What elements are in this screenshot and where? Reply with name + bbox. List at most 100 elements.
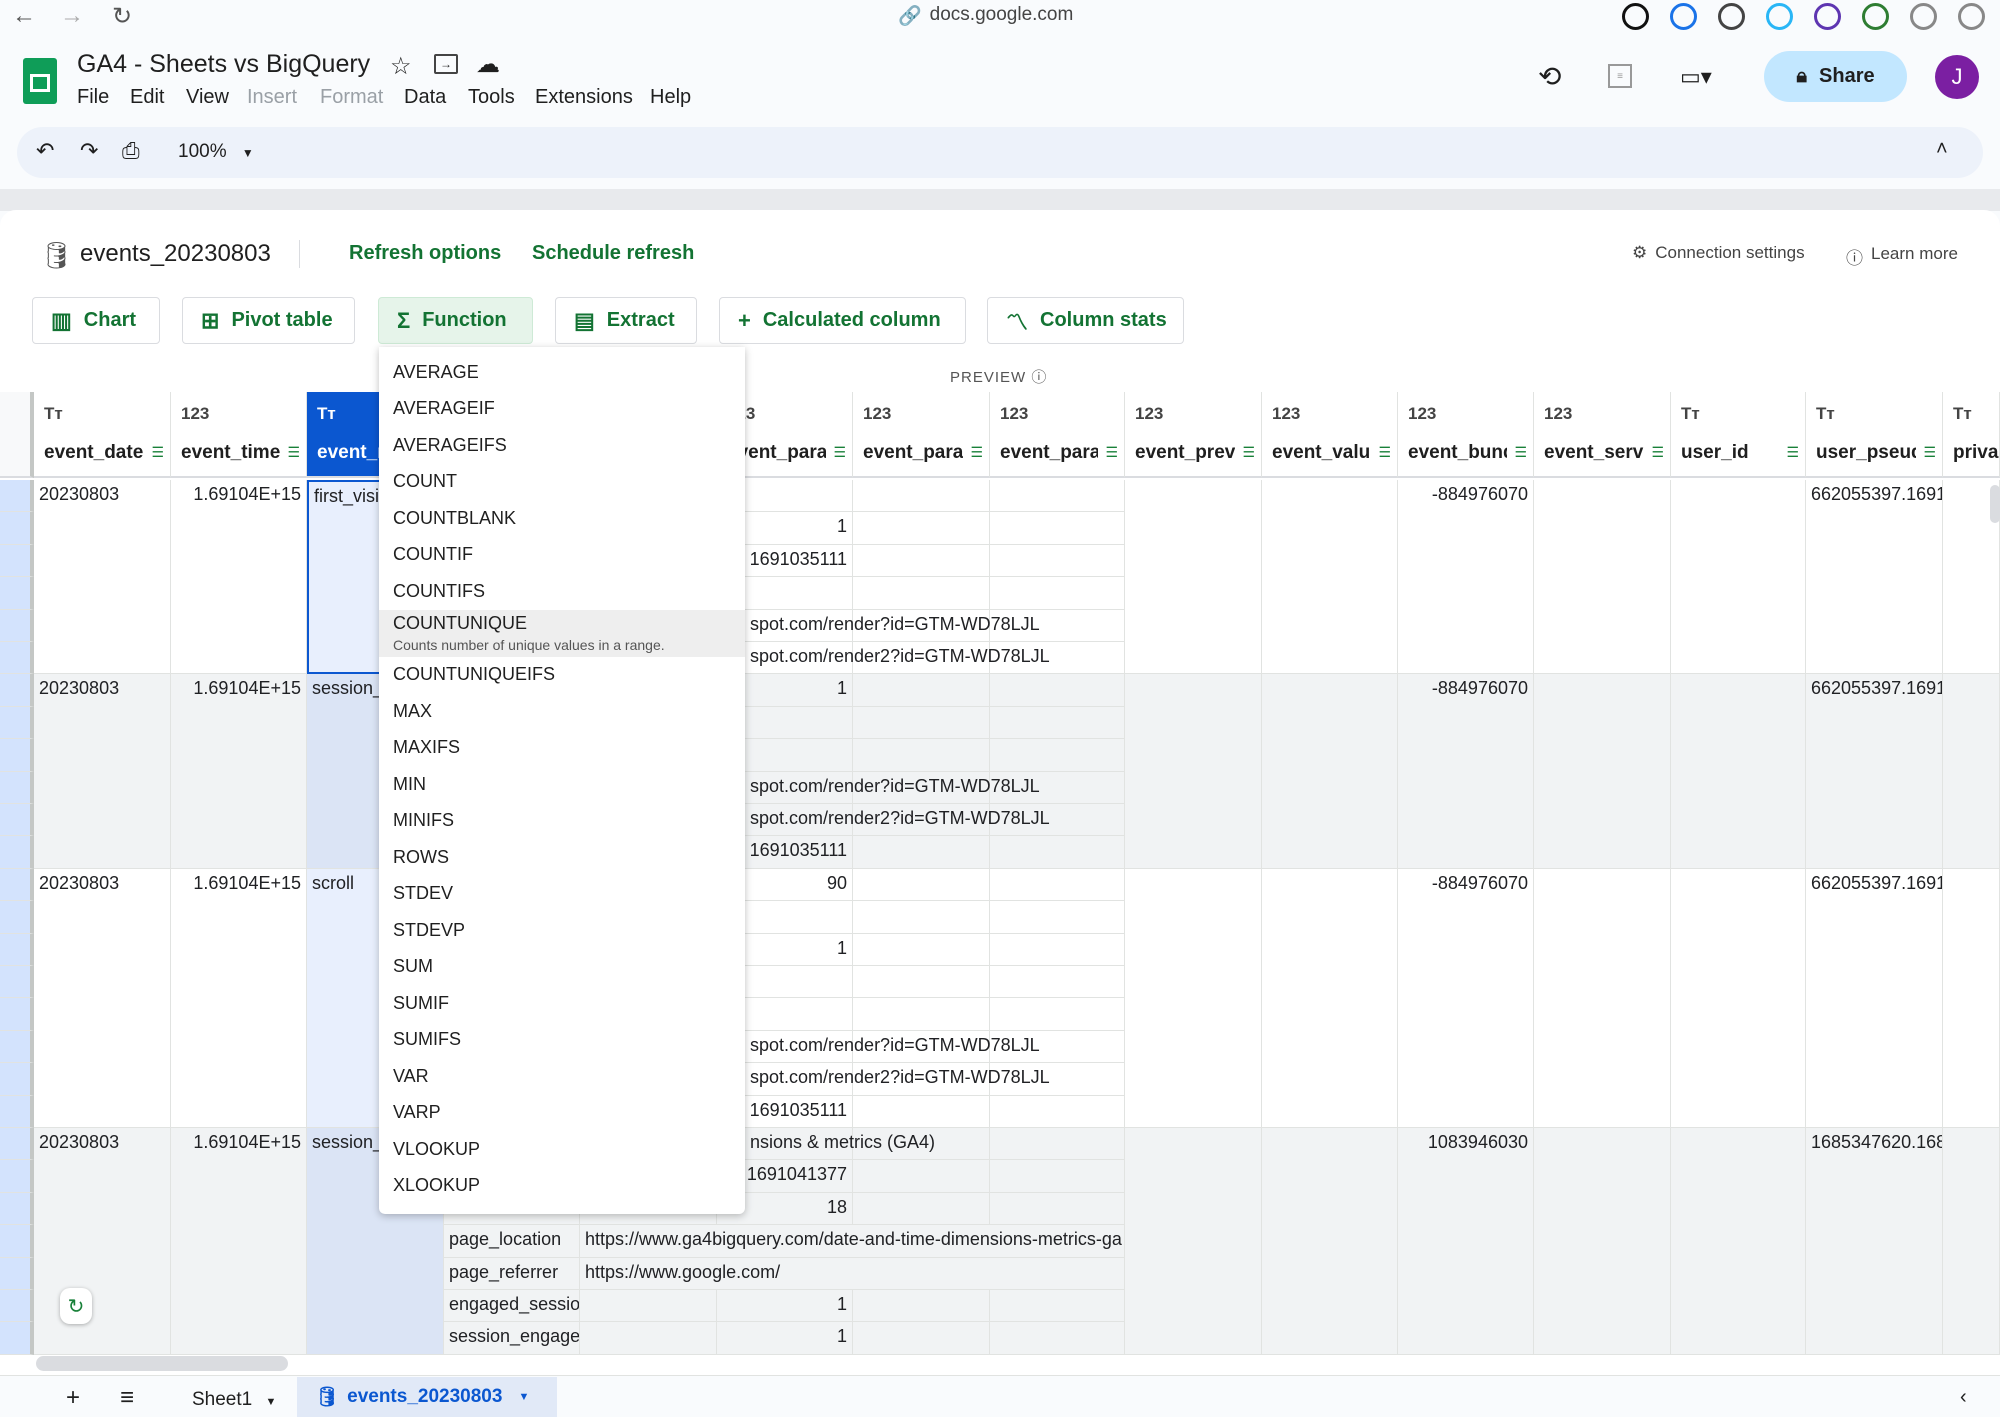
row-number[interactable] — [0, 998, 34, 1031]
sheets-logo[interactable] — [23, 58, 57, 104]
param-int-value[interactable]: 1 — [717, 1290, 853, 1323]
function-item-count[interactable]: COUNT — [379, 464, 745, 500]
refresh-options-link[interactable]: Refresh options — [349, 242, 501, 265]
function-item-stdevp[interactable]: STDEVP — [379, 912, 745, 948]
column-header[interactable]: 123 event_bundle_sequence_id ☰ — [1398, 392, 1534, 478]
cell[interactable] — [1262, 868, 1398, 1128]
row-number[interactable] — [0, 1290, 34, 1323]
param-float-value[interactable] — [853, 544, 990, 578]
row-number[interactable] — [0, 512, 34, 545]
param-double-value[interactable] — [990, 512, 1125, 545]
cell[interactable] — [1534, 1128, 1671, 1355]
menu-edit[interactable]: Edit — [130, 86, 164, 109]
param-double-value[interactable] — [990, 706, 1125, 740]
function-item-maxifs[interactable]: MAXIFS — [379, 730, 745, 766]
param-double-value[interactable] — [990, 966, 1125, 999]
function-item-sumifs[interactable]: SUMIFS — [379, 1022, 745, 1058]
function-item-stdev[interactable]: STDEV — [379, 876, 745, 912]
sheet-tab[interactable]: Sheet1 ▼ — [192, 1389, 276, 1411]
vertical-scrollbar[interactable] — [1990, 485, 2000, 523]
row-number[interactable] — [0, 1063, 34, 1096]
forward-icon[interactable]: → — [58, 2, 86, 30]
address-bar[interactable]: 🔗 docs.google.com — [898, 4, 1073, 28]
add-sheet-icon[interactable]: + — [66, 1384, 80, 1412]
param-float-value[interactable] — [853, 1160, 990, 1193]
param-string-value[interactable]: https://www.ga4bigquery.com/date-and-tim… — [580, 1225, 1125, 1258]
function-item-varp[interactable]: VARP — [379, 1095, 745, 1131]
record-icon[interactable] — [1622, 3, 1649, 30]
cell-event-timestamp[interactable]: 1.69104E+15 — [171, 1128, 307, 1355]
cell[interactable] — [1671, 1128, 1806, 1355]
cell[interactable] — [1262, 1128, 1398, 1355]
menu-extensions[interactable]: Extensions — [535, 86, 633, 109]
reload-icon[interactable]: ↻ — [108, 2, 136, 30]
column-header[interactable]: 123 event_previous_timestamp ☰ — [1125, 392, 1262, 478]
cell[interactable] — [1671, 868, 1806, 1128]
param-double-value[interactable] — [990, 998, 1125, 1031]
function-item-min[interactable]: MIN — [379, 766, 745, 802]
1password-icon[interactable] — [1670, 3, 1697, 30]
column-header[interactable]: Tт user_pseudo_id ☰ — [1806, 392, 1943, 478]
row-number[interactable] — [0, 1160, 34, 1193]
cell[interactable] — [1943, 1128, 2000, 1355]
param-string-value[interactable]: https://www.google.com/ — [580, 1257, 1125, 1290]
param-float-value[interactable] — [853, 739, 990, 772]
menu-file[interactable]: File — [77, 86, 109, 109]
param-key[interactable]: session_engaged — [444, 1322, 580, 1355]
share-button[interactable]: 🔒︎ Share — [1764, 51, 1907, 102]
all-sheets-icon[interactable]: ≡ — [120, 1384, 134, 1412]
extract-button[interactable]: ▤ Extract — [555, 297, 697, 344]
row-number[interactable] — [0, 577, 34, 610]
column-stats-button[interactable]: 〽 Column stats — [987, 297, 1184, 344]
param-float-value[interactable] — [853, 1322, 990, 1355]
row-number[interactable] — [0, 739, 34, 772]
param-double-value[interactable] — [990, 1160, 1125, 1193]
param-double-value[interactable] — [990, 1192, 1125, 1226]
param-double-value[interactable] — [990, 674, 1125, 707]
cell-event-date[interactable]: 20230803 — [34, 480, 171, 675]
column-header[interactable]: Tт event_date ☰ — [34, 392, 171, 478]
param-float-value[interactable] — [853, 674, 990, 707]
column-header[interactable]: Tт user_id ☰ — [1671, 392, 1806, 478]
back-icon[interactable]: ← — [10, 2, 38, 30]
cell[interactable] — [1671, 674, 1806, 869]
meet-icon[interactable]: ▭▾ — [1680, 64, 1712, 90]
row-number[interactable] — [0, 836, 34, 869]
function-item-countif[interactable]: COUNTIF — [379, 537, 745, 573]
param-double-value[interactable] — [990, 933, 1125, 966]
sidebar-toggle-icon[interactable]: ‹ — [1960, 1386, 1967, 1409]
param-float-value[interactable] — [853, 868, 990, 902]
param-string-value[interactable] — [580, 1290, 717, 1323]
param-double-value[interactable] — [990, 739, 1125, 772]
param-float-value[interactable] — [853, 706, 990, 740]
param-key[interactable]: page_location — [444, 1225, 580, 1258]
row-number[interactable] — [0, 642, 34, 675]
row-number[interactable] — [0, 771, 34, 804]
row-number[interactable] — [0, 1257, 34, 1290]
function-item-average[interactable]: AVERAGE — [379, 354, 745, 390]
param-key[interactable]: page_referrer — [444, 1257, 580, 1290]
comment-icon[interactable]: ≡ — [1608, 64, 1632, 88]
param-double-value[interactable] — [990, 480, 1125, 513]
row-number[interactable] — [0, 1095, 34, 1128]
column-header[interactable]: Tт privacy_info — [1943, 392, 2000, 478]
cell[interactable] — [1125, 1128, 1262, 1355]
print-icon[interactable]: ⎙ — [122, 138, 140, 164]
cell[interactable] — [1262, 674, 1398, 869]
row-number[interactable] — [0, 706, 34, 740]
cell-user-pseudo-id[interactable]: 662055397.1691 — [1806, 868, 1943, 1128]
param-double-value[interactable] — [990, 1095, 1125, 1128]
ghost-icon[interactable] — [1766, 3, 1793, 30]
sheet-tab-active[interactable]: 🛢︎ events_20230803 ▼ — [297, 1377, 557, 1417]
move-folder-icon[interactable]: → — [434, 54, 458, 74]
param-double-value[interactable] — [990, 544, 1125, 578]
sidepanel-icon[interactable] — [1958, 3, 1985, 30]
row-number[interactable] — [0, 1322, 34, 1355]
function-item-minifs[interactable]: MINIFS — [379, 803, 745, 839]
undo-icon[interactable]: ↶ — [36, 138, 54, 164]
row-number[interactable] — [0, 901, 34, 934]
horizontal-scrollbar[interactable] — [36, 1356, 288, 1371]
column-header[interactable]: 123 event_value_in_usd ☰ — [1262, 392, 1398, 478]
menu-data[interactable]: Data — [404, 86, 446, 109]
pivot-table-button[interactable]: ⊞ Pivot table — [182, 297, 355, 344]
